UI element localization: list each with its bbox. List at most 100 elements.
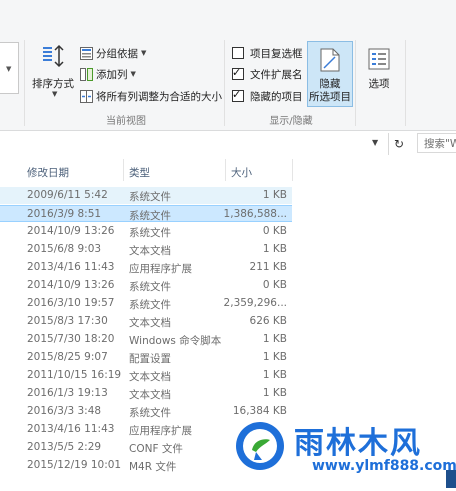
sort-by-button[interactable]: 排序方式 ▼ <box>30 44 76 98</box>
file-size: 0 KB <box>262 279 287 291</box>
file-row[interactable]: 2016/3/10 19:57 系统文件 2,359,296... <box>0 295 292 312</box>
group-by-button[interactable]: 分组依据 ▼ <box>80 45 146 61</box>
file-size: 211 KB <box>249 261 287 273</box>
file-date: 2013/4/16 11:43 <box>27 261 115 273</box>
add-column-label: 添加列 <box>96 68 128 81</box>
file-extensions-checkbox[interactable]: ✓ <box>232 66 244 80</box>
file-date: 2013/5/5 2:29 <box>27 441 102 453</box>
file-date: 2016/1/3 19:13 <box>27 387 108 399</box>
pane-dropdown[interactable]: ▼ <box>0 42 19 94</box>
window-edge-fragment <box>446 470 456 488</box>
file-type: 文本文档 <box>129 371 171 383</box>
checkmark-icon: ✓ <box>232 66 242 79</box>
file-size: 1 KB <box>262 351 287 363</box>
ribbon-divider <box>24 40 25 126</box>
hide-selected-label: 隐藏 所选项目 <box>308 78 352 104</box>
chevron-down-icon: ▼ <box>141 49 147 57</box>
column-header-date[interactable]: 修改日期 <box>27 165 69 180</box>
file-type: 系统文件 <box>129 210 171 222</box>
file-date: 2015/8/3 17:30 <box>27 315 108 327</box>
hidden-items-toggle[interactable]: ✓ 隐藏的项目 <box>232 88 303 104</box>
file-size: 1 KB <box>262 333 287 345</box>
file-type: 系统文件 <box>129 299 171 311</box>
watermark-title: 雨林木风 <box>294 426 422 461</box>
file-type: 文本文档 <box>129 389 171 401</box>
file-type: 系统文件 <box>129 281 171 293</box>
file-size: 1 KB <box>262 387 287 399</box>
file-date: 2016/3/3 3:48 <box>27 405 102 417</box>
chevron-down-icon[interactable]: ▼ <box>372 138 378 147</box>
show-hide-group-label: 显示/隐藏 <box>269 116 313 127</box>
item-checkboxes-checkbox[interactable] <box>232 47 244 59</box>
column-header-type[interactable]: 类型 <box>129 165 150 180</box>
file-date: 2013/4/16 11:43 <box>27 423 115 435</box>
file-size: 16,384 KB <box>232 405 287 417</box>
file-row[interactable]: 2015/6/8 9:03 文本文档 1 KB <box>0 241 292 258</box>
options-icon <box>368 48 390 70</box>
file-row[interactable]: 2013/4/16 11:43 应用程序扩展 211 KB <box>0 259 292 276</box>
file-extensions-label: 文件扩展名 <box>250 68 303 81</box>
refresh-button[interactable]: ↻ <box>388 133 409 155</box>
ribbon-divider <box>224 40 225 126</box>
item-checkboxes-toggle[interactable]: 项目复选框 <box>232 45 303 61</box>
file-size: 1 KB <box>262 243 287 255</box>
file-date: 2016/3/10 19:57 <box>27 297 115 309</box>
column-headers: 修改日期 类型 大小 <box>0 159 295 183</box>
size-all-columns-button[interactable]: 将所有列调整为合适的大小 <box>80 88 222 104</box>
file-row[interactable]: 2014/10/9 13:26 系统文件 0 KB <box>0 223 292 240</box>
hide-selected-items-button[interactable]: 隐藏 所选项目 <box>307 41 353 107</box>
chevron-down-icon: ▼ <box>52 90 58 98</box>
add-column-button[interactable]: 添加列 ▼ <box>80 66 136 82</box>
file-row[interactable]: 2015/8/3 17:30 文本文档 626 KB <box>0 313 292 330</box>
file-date: 2015/12/19 10:01 <box>27 459 122 471</box>
file-date: 2015/6/8 9:03 <box>27 243 102 255</box>
file-type: 应用程序扩展 <box>129 263 192 275</box>
sort-by-label: 排序方式 <box>32 78 74 90</box>
file-row[interactable]: 2009/6/11 5:42 系统文件 1 KB <box>0 187 292 204</box>
hide-file-icon <box>320 48 340 72</box>
file-date: 2011/10/15 16:19 <box>27 369 122 381</box>
refresh-icon: ↻ <box>393 137 405 151</box>
file-row[interactable]: 2011/10/15 16:19 文本文档 1 KB <box>0 367 292 384</box>
file-date: 2016/3/9 8:51 <box>27 208 102 220</box>
checkmark-icon: ✓ <box>232 88 242 101</box>
file-row[interactable]: 2015/7/30 18:20 Windows 命令脚本 1 KB <box>0 331 292 348</box>
file-row[interactable]: 2016/3/3 3:48 系统文件 16,384 KB <box>0 403 292 420</box>
file-type: 系统文件 <box>129 227 171 239</box>
hidden-items-checkbox[interactable]: ✓ <box>232 88 244 102</box>
column-divider[interactable] <box>292 159 293 181</box>
hide-selected-label-line2: 所选项目 <box>309 91 351 103</box>
file-size: 2,359,296... <box>223 297 287 309</box>
hidden-items-label: 隐藏的项目 <box>250 90 303 103</box>
chevron-down-icon: ▼ <box>6 65 12 73</box>
file-row[interactable]: 2014/10/9 13:26 系统文件 0 KB <box>0 277 292 294</box>
size-all-columns-label: 将所有列调整为合适的大小 <box>96 90 222 103</box>
column-header-size[interactable]: 大小 <box>231 165 252 180</box>
file-date: 2014/10/9 13:26 <box>27 279 115 291</box>
group-by-icon <box>80 46 93 60</box>
add-column-icon <box>80 67 93 81</box>
item-checkboxes-label: 项目复选框 <box>250 47 303 60</box>
options-label: 选项 <box>368 78 390 90</box>
group-by-label: 分组依据 <box>96 47 138 60</box>
file-row[interactable]: 2016/3/9 8:51 系统文件 1,386,588... <box>0 205 292 222</box>
search-input[interactable]: 搜索"W <box>417 133 456 153</box>
file-date: 2015/8/25 9:07 <box>27 351 108 363</box>
chevron-down-icon: ▼ <box>130 70 136 78</box>
ribbon-divider <box>405 40 406 126</box>
file-type: Windows 命令脚本 <box>129 335 222 347</box>
file-row[interactable]: 2016/1/3 19:13 文本文档 1 KB <box>0 385 292 402</box>
current-view-group-label: 当前视图 <box>106 116 146 127</box>
options-button[interactable]: 选项 <box>360 44 398 96</box>
file-row[interactable]: 2015/8/25 9:07 配置设置 1 KB <box>0 349 292 366</box>
file-date: 2015/7/30 18:20 <box>27 333 115 345</box>
file-size: 1 KB <box>262 369 287 381</box>
file-type: 应用程序扩展 <box>129 425 192 437</box>
file-type: 文本文档 <box>129 317 171 329</box>
column-divider[interactable] <box>225 159 226 181</box>
column-divider[interactable] <box>123 159 124 181</box>
file-extensions-toggle[interactable]: ✓ 文件扩展名 <box>232 66 303 82</box>
file-type: 文本文档 <box>129 245 171 257</box>
file-type: CONF 文件 <box>129 443 183 455</box>
file-type: 系统文件 <box>129 191 171 203</box>
